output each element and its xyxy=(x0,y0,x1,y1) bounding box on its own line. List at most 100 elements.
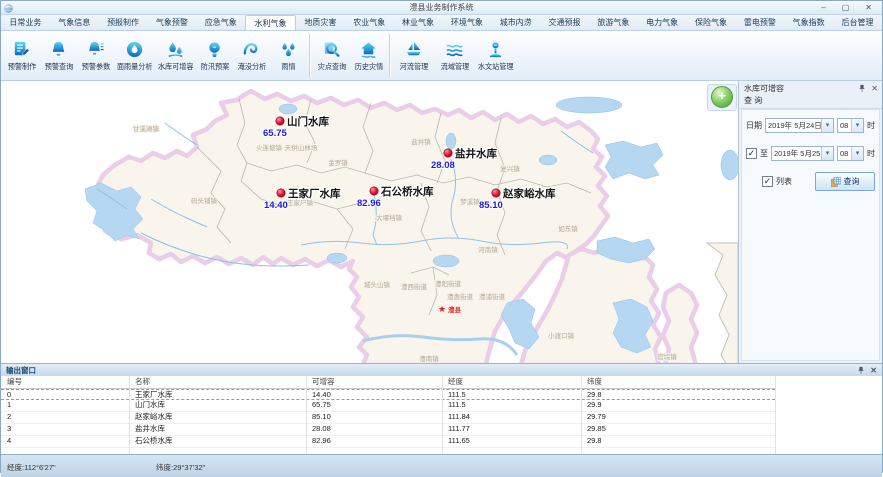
menu-tab-6[interactable]: 水利气象 xyxy=(245,15,296,30)
menu-tab-7[interactable]: 地质灾害 xyxy=(296,15,345,30)
chevron-down-icon[interactable]: ▾ xyxy=(851,119,863,132)
table-search-icon xyxy=(831,177,841,187)
table-row[interactable]: 0王家厂水库14.40111.529.8 xyxy=(1,389,775,400)
toolbar-label: 水库可增容 xyxy=(158,61,194,71)
chevron-down-icon[interactable]: ▾ xyxy=(821,119,833,132)
toolbar-button-inundation[interactable]: 淹没分析 xyxy=(233,39,270,72)
toolbar-button-reservoir-capacity[interactable]: 水库可增容 xyxy=(155,39,196,72)
menu-tab-14[interactable]: 电力气象 xyxy=(638,15,687,30)
toolbar-button-river-manage[interactable]: 河流管理 xyxy=(393,39,434,72)
town-label: 澧西街道 xyxy=(401,282,428,291)
chevron-down-icon[interactable]: ▾ xyxy=(851,147,863,160)
reservoir-dot-icon xyxy=(276,117,284,125)
from-date-select[interactable]: 2019年 5月24日 ▾ xyxy=(765,118,834,133)
raindrops-icon xyxy=(278,39,299,60)
toolbar-button-warning-edit[interactable]: 预警制作 xyxy=(3,39,40,72)
toolbar-button-disaster-search[interactable]: 灾点查询 xyxy=(313,39,350,72)
column-divider xyxy=(775,376,776,454)
to-date-checkbox[interactable]: ✓ xyxy=(746,148,757,159)
menu-tab-10[interactable]: 环境气象 xyxy=(442,15,491,30)
pin-icon[interactable] xyxy=(857,366,865,375)
reservoir-name: 盐井水库 xyxy=(455,147,497,160)
menu-tab-18[interactable]: 后台管理 xyxy=(833,15,882,30)
town-label: 澧阳街道 xyxy=(435,279,462,288)
toolbar-label: 面雨量分析 xyxy=(117,61,153,71)
column-divider xyxy=(442,376,443,454)
table-cell: 111.77 xyxy=(442,424,581,435)
query-button[interactable]: 查询 xyxy=(815,172,875,191)
table-cell: 29.8 xyxy=(581,436,775,447)
table-cell: 111.5 xyxy=(442,390,581,399)
column-divider xyxy=(306,376,307,454)
table-cell: 山门水库 xyxy=(129,400,306,411)
town-label: 盐井镇 xyxy=(411,137,431,146)
to-hour-select[interactable]: 08 ▾ xyxy=(837,146,864,161)
menu-tab-5[interactable]: 应急气象 xyxy=(196,15,245,30)
column-header: 编号 xyxy=(1,376,129,388)
menu-tab-8[interactable]: 农业气象 xyxy=(345,15,394,30)
town-label: 天供山林场 xyxy=(285,143,318,152)
list-checkbox[interactable]: ✓ xyxy=(762,176,773,187)
toolbar-button-warning-params[interactable]: 预警参数 xyxy=(77,39,114,72)
output-window: 输出窗口 ✕ 编号名称可增容经度纬度0王家厂水库14.40111.529.81山… xyxy=(1,363,882,454)
zoom-in-button[interactable]: + xyxy=(711,86,733,108)
toolbar-button-warning-search[interactable]: 预警查询 xyxy=(40,39,77,72)
town-label: 甘溪滩镇 xyxy=(133,124,160,133)
buoy-icon xyxy=(485,39,506,60)
menu-tab-1[interactable]: 日常业务 xyxy=(1,15,50,30)
menu-tab-16[interactable]: 雷电预警 xyxy=(735,15,784,30)
table-cell: 85.10 xyxy=(306,412,442,423)
menu-tab-17[interactable]: 气象指数 xyxy=(784,15,833,30)
house-wave-icon xyxy=(358,39,379,60)
column-header: 名称 xyxy=(129,376,306,388)
output-close-icon[interactable]: ✕ xyxy=(870,366,877,375)
chevron-down-icon[interactable]: ▾ xyxy=(821,147,833,160)
table-cell: 111.84 xyxy=(442,412,581,423)
toolbar-button-hydro-station[interactable]: 水文站管理 xyxy=(475,39,516,72)
toolbar-button-disaster-history[interactable]: 历史灾情 xyxy=(350,39,387,72)
from-hour-select[interactable]: 08 ▾ xyxy=(837,118,864,133)
table-row[interactable]: 2赵家峪水库85.10111.8429.79 xyxy=(1,412,775,424)
reservoir-name: 王家厂水库 xyxy=(288,187,341,200)
table-row[interactable]: 1山门水库65.75111.529.9 xyxy=(1,400,775,412)
table-row[interactable]: 4石公桥水库82.96111.6529.8 xyxy=(1,436,775,448)
reservoir-dot-icon xyxy=(444,149,452,157)
menu-tab-15[interactable]: 保险气象 xyxy=(687,15,736,30)
menu-tab-11[interactable]: 城市内涝 xyxy=(491,15,540,30)
menu-tab-9[interactable]: 林业气象 xyxy=(394,15,443,30)
maximize-button[interactable]: ▢ xyxy=(842,3,850,12)
town-label: 小渡口镇 xyxy=(548,331,575,340)
toolbar-button-basin-manage[interactable]: 流域管理 xyxy=(434,39,475,72)
menu-tab-13[interactable]: 旅游气象 xyxy=(589,15,638,30)
to-label: 至 xyxy=(760,148,768,159)
town-label: 火连坡镇 xyxy=(256,143,283,152)
menu-tab-2[interactable]: 气象信息 xyxy=(50,15,99,30)
menu-tab-bar: 日常业务气象信息预报制作气象预警应急气象水利气象地质灾害农业气象林业气象环境气象… xyxy=(1,15,882,31)
table-cell: 3 xyxy=(1,424,129,435)
close-button[interactable]: ✕ xyxy=(865,3,872,12)
minimize-button[interactable]: – xyxy=(821,3,825,12)
table-cell: 28.08 xyxy=(306,424,442,435)
toolbar-button-area-rainfall[interactable]: 面雨量分析 xyxy=(114,39,155,72)
window-title: 澧县业务制作系统 xyxy=(1,2,882,13)
column-header: 可增容 xyxy=(306,376,442,388)
panel-close-icon[interactable]: ✕ xyxy=(871,84,878,93)
table-row[interactable]: 3盐井水库28.08111.7729.85 xyxy=(1,424,775,436)
town-label: 澧浦街道 xyxy=(479,292,506,301)
column-header: 纬度 xyxy=(581,376,775,388)
menu-tab-12[interactable]: 交通预报 xyxy=(540,15,589,30)
main-area: 甘溪滩镇火连坡镇天供山林场金罗镇盐井镇复兴镇码头铺镇王家厂镇大堰垱镇梦溪镇如东镇… xyxy=(1,81,882,363)
toolbar-button-rain-info[interactable]: 雨情 xyxy=(270,39,307,72)
pin-icon[interactable] xyxy=(858,84,866,93)
menu-tab-4[interactable]: 气象预警 xyxy=(147,15,196,30)
waves-icon xyxy=(444,39,465,60)
toolbar-button-flood-plan[interactable]: 防汛预案 xyxy=(196,39,233,72)
column-header: 经度 xyxy=(442,376,581,388)
to-date-select[interactable]: 2019年 5月25日 ▾ xyxy=(771,146,834,161)
toolbar-label: 河流管理 xyxy=(399,61,428,71)
map-view[interactable]: 甘溪滩镇火连坡镇天供山林场金罗镇盐井镇复兴镇码头铺镇王家厂镇大堰垱镇梦溪镇如东镇… xyxy=(1,81,739,363)
table-cell: 4 xyxy=(1,436,129,447)
toolbar-separator xyxy=(309,34,311,77)
bell-icon xyxy=(48,39,69,60)
menu-tab-3[interactable]: 预报制作 xyxy=(99,15,148,30)
